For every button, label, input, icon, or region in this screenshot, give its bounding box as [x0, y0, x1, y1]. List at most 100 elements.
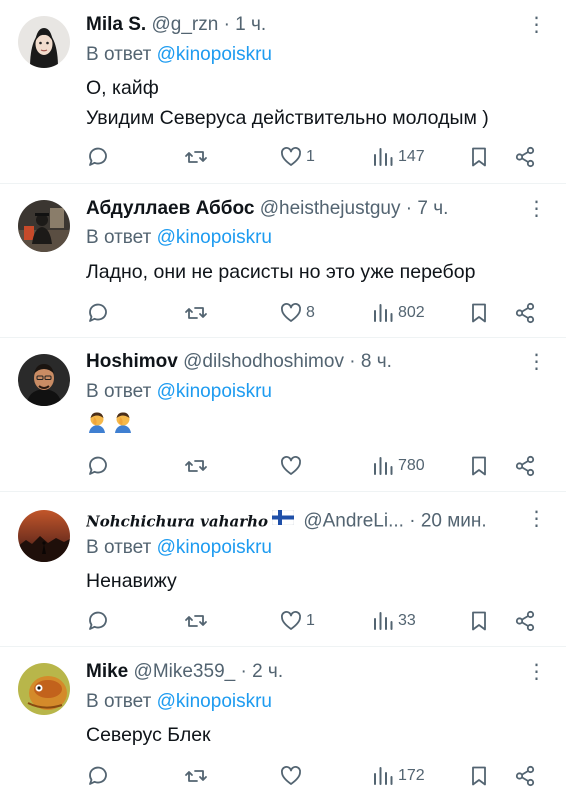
views-button[interactable]: 147	[371, 143, 425, 171]
reply-prefix: В ответ	[86, 381, 152, 402]
user-handle[interactable]: @g_rzn	[151, 14, 218, 35]
more-dots-icon[interactable]: ⋮	[526, 661, 547, 687]
reply-bubble-icon	[89, 611, 107, 630]
tweet[interactable]: Mila S. @g_rzn · 1 ч. ⋮ В ответ @kinopoi…	[0, 0, 566, 183]
views-bar-icon	[374, 304, 393, 322]
reply-context: В ответ @kinopoiskru	[86, 689, 272, 715]
retweet-button[interactable]	[184, 762, 211, 790]
reply-button[interactable]	[86, 299, 113, 327]
share-button[interactable]	[513, 299, 537, 327]
tweet-text-line: О, кайф	[86, 77, 159, 99]
like-button[interactable]: 1	[279, 607, 315, 635]
user-handle[interactable]: @dilshodhoshimov	[183, 351, 344, 372]
retweet-button[interactable]	[184, 299, 211, 327]
more-dots-icon[interactable]: ⋮	[526, 351, 547, 377]
like-button[interactable]	[279, 762, 306, 790]
retweet-button[interactable]	[184, 452, 211, 480]
avatar[interactable]	[18, 510, 70, 562]
display-name[interactable]: 𝑵𝒐𝒉𝒄𝒉𝒊𝒄𝒉𝒖𝒓𝒂 𝒗𝒂𝒉𝒂𝒓𝒉𝒐	[86, 513, 268, 531]
avatar[interactable]	[18, 200, 70, 252]
avatar[interactable]	[18, 16, 70, 68]
reply-button[interactable]	[86, 143, 113, 171]
tweet-header: 𝑵𝒐𝒉𝒄𝒉𝒊𝒄𝒉𝒖𝒓𝒂 𝒗𝒂𝒉𝒂𝒓𝒉𝒐 @AndreLi... · 20 мин…	[86, 507, 526, 533]
heart-icon	[281, 611, 301, 630]
tweet-text: Северус Блек	[86, 720, 546, 750]
views-button[interactable]: 33	[371, 607, 416, 635]
bookmark-button[interactable]	[467, 143, 491, 171]
share-button[interactable]	[513, 607, 537, 635]
share-button[interactable]	[513, 143, 537, 171]
user-handle[interactable]: @Mike359_	[134, 661, 236, 682]
share-button[interactable]	[513, 452, 537, 480]
reply-button[interactable]	[86, 452, 113, 480]
facepalm-emoji	[86, 411, 108, 442]
reply-context: В ответ @kinopoiskru	[86, 42, 272, 68]
display-name[interactable]: Hoshimov	[86, 351, 178, 372]
bookmark-button[interactable]	[467, 607, 491, 635]
tweet-text-line: Ладно, они не расисты но это уже перебор	[86, 261, 476, 283]
views-button[interactable]: 802	[371, 299, 425, 327]
user-handle[interactable]: @AndreLi...	[303, 511, 404, 532]
tweet[interactable]: Hoshimov @dilshodhoshimov · 8 ч. ⋮ В отв…	[0, 338, 566, 491]
timestamp[interactable]: · 20 мин.	[409, 511, 486, 532]
bookmark-button[interactable]	[467, 452, 491, 480]
mention-link[interactable]: @kinopoiskru	[157, 44, 272, 65]
reply-prefix: В ответ	[86, 227, 152, 248]
tweet[interactable]: Абдуллаев Аббос @heisthejustguy · 7 ч. ⋮…	[0, 184, 566, 337]
timestamp[interactable]: · 7 ч.	[406, 198, 449, 219]
display-name[interactable]: Абдуллаев Аббос	[86, 198, 254, 219]
tweet-header: Mila S. @g_rzn · 1 ч.	[86, 12, 526, 38]
bookmark-icon	[472, 766, 486, 786]
like-button[interactable]	[279, 452, 306, 480]
view-count: 172	[398, 767, 425, 784]
like-button[interactable]: 1	[279, 143, 315, 171]
timestamp[interactable]: · 2 ч.	[240, 661, 283, 682]
tweet-header: Hoshimov @dilshodhoshimov · 8 ч.	[86, 349, 526, 375]
bookmark-button[interactable]	[467, 762, 491, 790]
display-name[interactable]: Mila S.	[86, 14, 146, 35]
display-name[interactable]: Mike	[86, 661, 128, 682]
reply-button[interactable]	[86, 762, 113, 790]
mention-link[interactable]: @kinopoiskru	[157, 227, 272, 248]
tweet[interactable]: 𝑵𝒐𝒉𝒄𝒉𝒊𝒄𝒉𝒖𝒓𝒂 𝒗𝒂𝒉𝒂𝒓𝒉𝒐 @AndreLi... · 20 мин…	[0, 492, 566, 646]
retweet-icon	[185, 307, 207, 319]
share-button[interactable]	[513, 762, 537, 790]
finland-flag-emoji	[271, 507, 295, 533]
retweet-icon	[185, 770, 207, 782]
views-bar-icon	[374, 148, 393, 166]
mention-link[interactable]: @kinopoiskru	[157, 381, 272, 402]
bookmark-button[interactable]	[467, 299, 491, 327]
tweet-text-line: Увидим Северуса действительно молодым )	[86, 107, 489, 129]
views-bar-icon	[374, 457, 393, 475]
action-bar: 780	[86, 452, 546, 480]
reply-bubble-icon	[89, 766, 107, 785]
more-dots-icon[interactable]: ⋮	[526, 198, 547, 224]
views-button[interactable]: 172	[371, 762, 425, 790]
facepalm-emoji	[112, 411, 134, 442]
mention-link[interactable]: @kinopoiskru	[157, 691, 272, 712]
reply-context: В ответ @kinopoiskru	[86, 379, 272, 405]
like-button[interactable]: 8	[279, 299, 315, 327]
reply-button[interactable]	[86, 607, 113, 635]
tweet-header: Абдуллаев Аббос @heisthejustguy · 7 ч.	[86, 196, 526, 222]
share-icon	[515, 455, 535, 477]
more-dots-icon[interactable]: ⋮	[526, 14, 547, 40]
mention-link[interactable]: @kinopoiskru	[157, 537, 272, 558]
timestamp[interactable]: · 8 ч.	[349, 351, 392, 372]
views-button[interactable]: 780	[371, 452, 425, 480]
retweet-button[interactable]	[184, 143, 211, 171]
share-icon	[515, 610, 535, 632]
user-handle[interactable]: @heisthejustguy	[260, 198, 401, 219]
avatar[interactable]	[18, 354, 70, 406]
view-count: 780	[398, 457, 425, 474]
retweet-button[interactable]	[184, 607, 211, 635]
bookmark-icon	[472, 303, 486, 323]
bookmark-icon	[472, 147, 486, 167]
share-icon	[515, 765, 535, 787]
reply-prefix: В ответ	[86, 44, 152, 65]
tweet[interactable]: Mike @Mike359_ · 2 ч. ⋮ В ответ @kinopoi…	[0, 647, 566, 800]
timestamp[interactable]: · 1 ч.	[224, 14, 267, 35]
avatar[interactable]	[18, 663, 70, 715]
more-dots-icon[interactable]: ⋮	[526, 508, 547, 534]
retweet-icon	[185, 460, 207, 472]
